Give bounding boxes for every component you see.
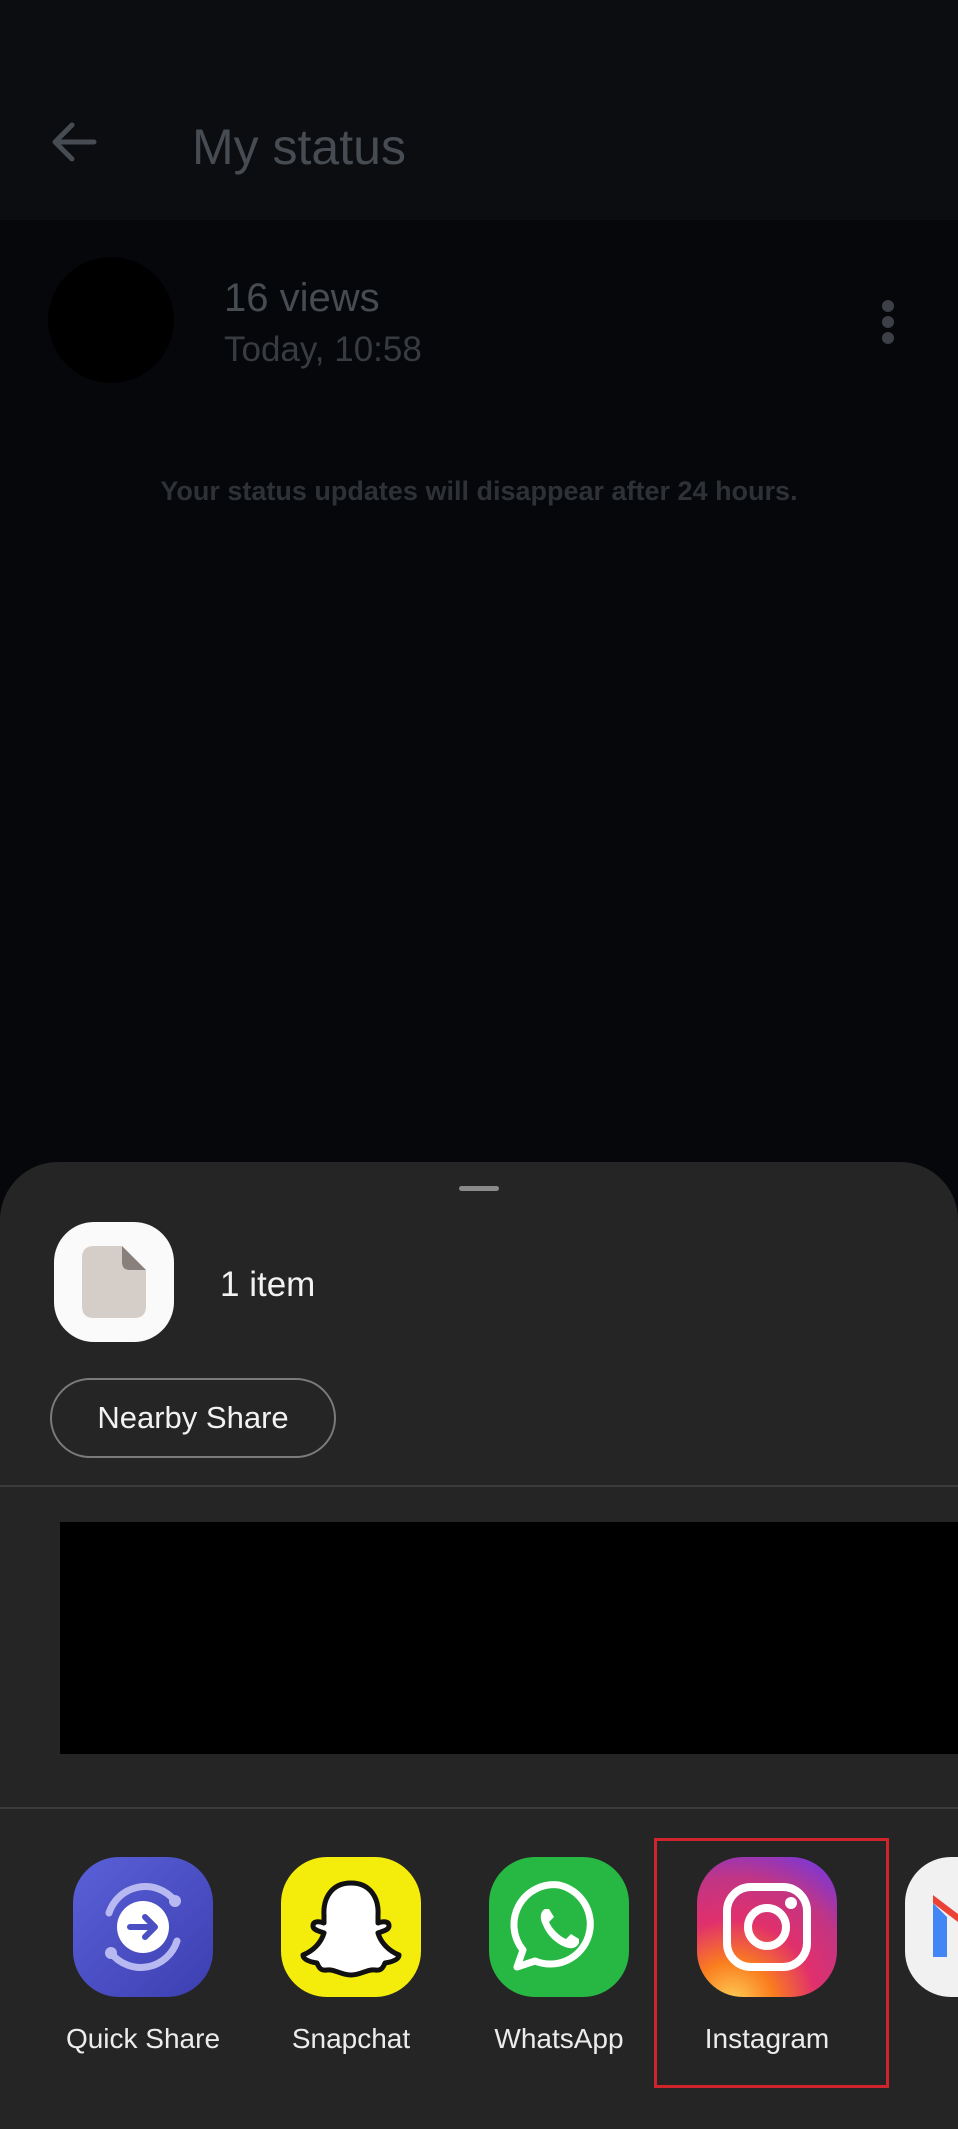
avatar[interactable] <box>48 257 174 383</box>
more-options-button[interactable] <box>874 296 902 348</box>
status-expiry-note: Your status updates will disappear after… <box>160 476 798 506</box>
app-label: WhatsApp <box>494 2023 624 2054</box>
app-quick-share[interactable]: Quick Share <box>49 1857 220 2067</box>
back-button[interactable] <box>44 112 104 172</box>
arrow-left-icon <box>52 122 97 162</box>
app-label: G <box>881 2023 958 2055</box>
highlight-box <box>654 1838 889 2088</box>
app-label: Quick Share <box>65 2023 221 2054</box>
app-bar: My status <box>0 0 958 220</box>
app-gmail[interactable]: G <box>881 1857 958 2067</box>
page-title: My status <box>192 119 406 175</box>
direct-share-targets <box>60 1522 958 1754</box>
app-snapchat[interactable]: Snapchat <box>257 1857 427 2067</box>
app-whatsapp[interactable]: WhatsApp <box>465 1857 635 2067</box>
file-preview <box>54 1222 174 1342</box>
status-views[interactable]: 16 views <box>224 276 380 321</box>
divider <box>0 1807 958 1809</box>
item-count: 1 item <box>220 1265 316 1304</box>
quick-share-icon <box>73 1857 213 1997</box>
nearby-share-button[interactable]: Nearby Share <box>50 1378 336 1458</box>
divider <box>0 1485 958 1487</box>
share-sheet: 1 item Nearby Share Quick Share Snapchat… <box>0 1162 958 2129</box>
more-vert-icon <box>882 300 894 312</box>
screen: My status 16 views Today, 10:58 Your sta… <box>0 0 958 2129</box>
app-label: Snapchat <box>291 2023 411 2054</box>
gmail-icon <box>905 1857 958 1997</box>
whatsapp-icon <box>489 1857 629 1997</box>
snapchat-icon <box>281 1857 421 1997</box>
file-icon <box>82 1246 146 1318</box>
status-time: Today, 10:58 <box>224 330 422 369</box>
drag-handle[interactable] <box>459 1186 499 1191</box>
